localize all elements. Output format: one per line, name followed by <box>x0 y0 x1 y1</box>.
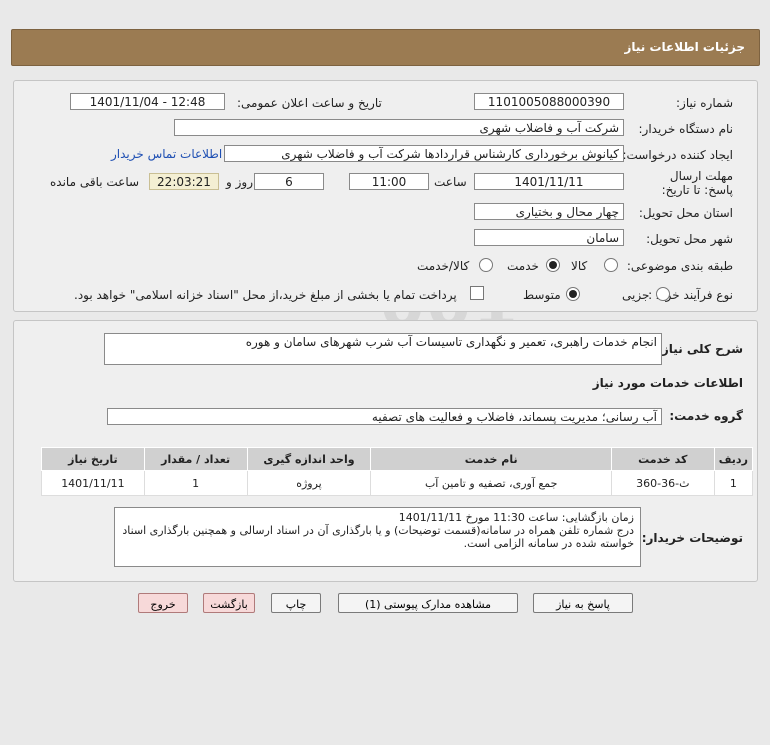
creator-field[interactable]: کیانوش برخورداری کارشناس قراردادها شرکت … <box>224 145 624 162</box>
remaining-time-field: 22:03:21 <box>149 173 219 190</box>
cell-row: 1 <box>713 470 754 496</box>
deadline-time-field[interactable]: 11:00 <box>349 173 429 190</box>
page-title: جزئیات اطلاعات نیاز <box>624 40 745 54</box>
category-label: طبقه بندی موضوعی: <box>626 259 733 273</box>
category-option-goods: کالا <box>571 259 588 273</box>
cell-service-name: جمع آوری، تصفیه و تامین آب <box>370 470 612 496</box>
need-number-field[interactable]: 1101005088000390 <box>474 93 624 110</box>
days-field[interactable]: 6 <box>254 173 324 190</box>
need-details-panel: شرح کلی نیاز: انجام خدمات راهبری، تعمیر … <box>13 320 758 582</box>
service-group-field[interactable]: آب رسانی؛ مدیریت پسماند، فاضلاب و فعالیت… <box>107 408 662 425</box>
exit-button[interactable]: خروج <box>138 593 188 613</box>
category-option-service: خدمت <box>507 259 539 273</box>
process-radio-minor[interactable] <box>656 287 670 301</box>
buyer-notes-line1: زمان بازگشایی: ساعت 11:30 مورخ 1401/11/1… <box>398 511 634 524</box>
cell-need-date: 1401/11/11 <box>41 470 145 496</box>
province-field[interactable]: چهار محال و بختیاری <box>474 203 624 220</box>
process-option-minor: جزیی <box>622 288 650 302</box>
attachments-button[interactable]: مشاهده مدارک پیوستی (1) <box>338 593 518 613</box>
col-row: ردیف <box>713 447 754 471</box>
service-group-label: گروه خدمت: <box>669 409 743 423</box>
buyer-label: نام دستگاه خریدار: <box>638 122 734 136</box>
col-unit: واحد اندازه گیری <box>246 447 372 471</box>
deadline-time-label: ساعت <box>434 175 467 189</box>
col-quantity: تعداد / مقدار <box>143 447 248 471</box>
need-info-panel: شماره نیاز: 1101005088000390 تاریخ و ساع… <box>13 80 758 312</box>
announce-field[interactable]: 1401/11/04 - 12:48 <box>70 93 225 110</box>
need-number-label: شماره نیاز: <box>676 96 733 110</box>
treasury-payment-checkbox[interactable] <box>470 286 484 300</box>
cell-service-code: ث-36-360 <box>610 470 715 496</box>
buyer-contact-link[interactable]: اطلاعات تماس خریدار <box>111 147 222 161</box>
buyer-notes-line2: درج شماره تلفن همراه در سامانه(قسمت توضی… <box>122 524 634 550</box>
process-option-medium: متوسط <box>523 288 561 302</box>
table-row: 1 ث-36-360 جمع آوری، تصفیه و تامین آب پر… <box>41 470 754 496</box>
col-service-name: نام خدمت <box>370 447 612 471</box>
services-table-header: ردیف کد خدمت نام خدمت واحد اندازه گیری ت… <box>41 447 754 471</box>
process-radio-medium[interactable] <box>566 287 580 301</box>
province-label: استان محل تحویل: <box>638 206 733 220</box>
remaining-label: ساعت باقی مانده <box>50 175 140 189</box>
services-table: ردیف کد خدمت نام خدمت واحد اندازه گیری ت… <box>41 447 754 496</box>
cell-quantity: 1 <box>143 470 248 496</box>
category-radio-service[interactable] <box>546 258 560 272</box>
summary-label: شرح کلی نیاز: <box>657 342 743 356</box>
category-radio-goods[interactable] <box>604 258 618 272</box>
back-button[interactable]: بازگشت <box>203 593 255 613</box>
cell-unit: پروژه <box>246 470 372 496</box>
page-header: جزئیات اطلاعات نیاز <box>11 29 760 66</box>
reply-button[interactable]: پاسخ به نیاز <box>533 593 633 613</box>
days-label: روز و <box>226 175 253 189</box>
city-field[interactable]: سامان <box>474 229 624 246</box>
creator-label: ایجاد کننده درخواست: <box>622 148 733 162</box>
category-radio-goods-service[interactable] <box>479 258 493 272</box>
buyer-field[interactable]: شرکت آب و فاضلاب شهری <box>174 119 624 136</box>
buyer-notes-label: توضیحات خریدار: <box>641 531 743 545</box>
announce-label: تاریخ و ساعت اعلان عمومی: <box>237 96 382 110</box>
buyer-notes-field[interactable]: زمان بازگشایی: ساعت 11:30 مورخ 1401/11/1… <box>114 507 641 567</box>
col-service-code: کد خدمت <box>610 447 715 471</box>
category-option-goods-service: کالا/خدمت <box>417 259 470 273</box>
city-label: شهر محل تحویل: <box>646 232 733 246</box>
summary-field[interactable]: انجام خدمات راهبری، تعمیر و نگهداری تاسی… <box>104 333 662 365</box>
services-heading: اطلاعات خدمات مورد نیاز <box>592 376 743 390</box>
print-button[interactable]: چاپ <box>271 593 321 613</box>
treasury-payment-note: پرداخت تمام یا بخشی از مبلغ خرید،از محل … <box>74 288 457 302</box>
deadline-label: مهلت ارسال پاسخ: تا تاریخ: <box>661 169 733 197</box>
col-need-date: تاریخ نیاز <box>41 447 145 471</box>
deadline-date-field[interactable]: 1401/11/11 <box>474 173 624 190</box>
